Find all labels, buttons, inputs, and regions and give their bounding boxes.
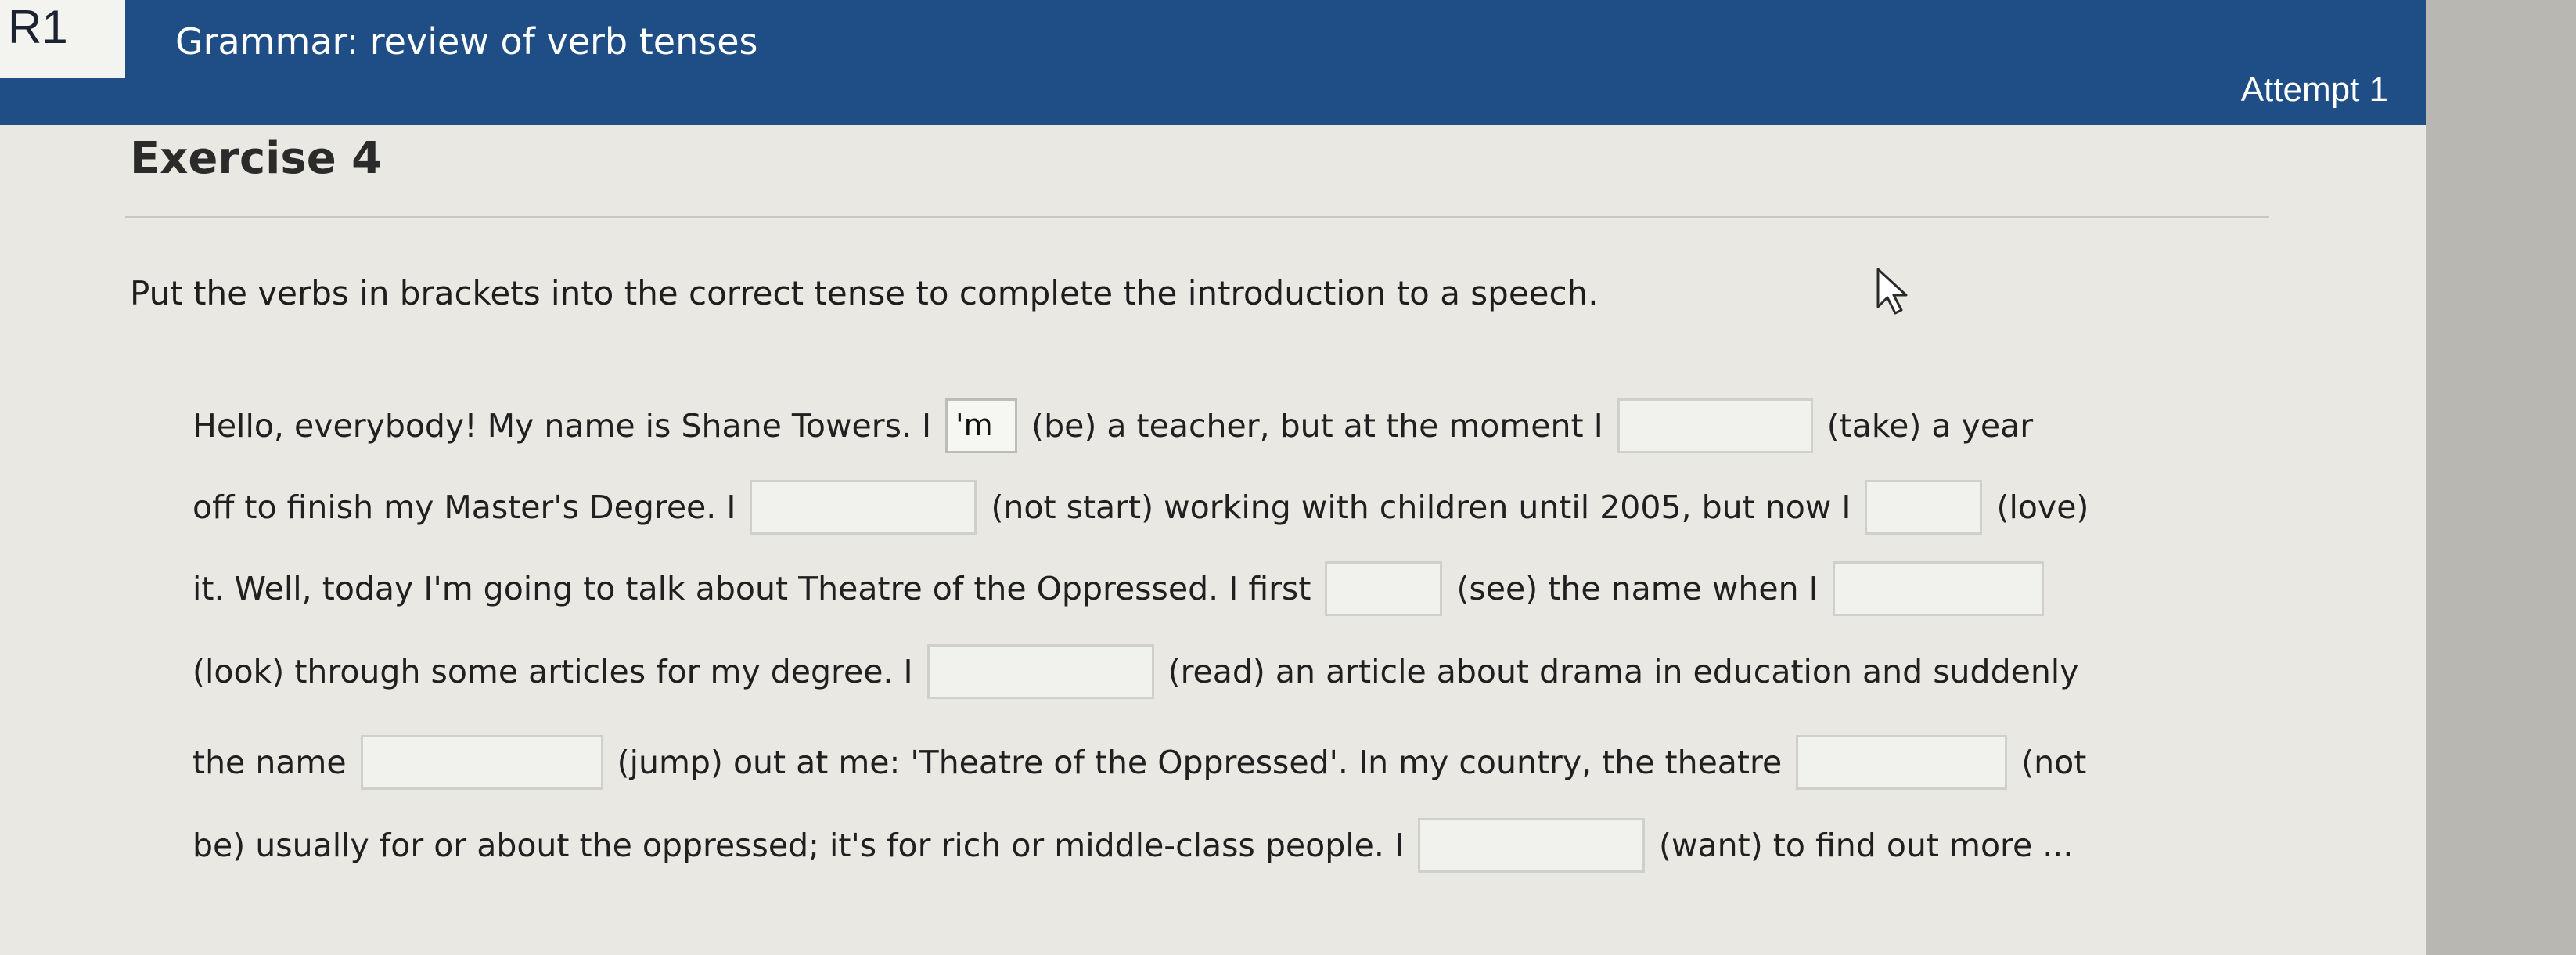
passage-text: Hello, everybody! My name is Shane Tower… — [192, 407, 932, 445]
unit-badge: R1 — [0, 0, 125, 78]
answer-gap-1[interactable]: 'm — [945, 398, 1018, 453]
passage-text: (not — [2021, 744, 2087, 781]
answer-gap-8[interactable] — [360, 735, 603, 790]
passage-line-5: the name (jump) out at me: 'Theatre of t… — [192, 731, 2086, 794]
passage-line-3: it. Well, today I'm going to talk about … — [192, 557, 2058, 620]
answer-gap-2[interactable] — [1617, 398, 1813, 453]
passage-text: (look) through some articles for my degr… — [192, 653, 913, 690]
attempt-label: Attempt 1 — [2240, 70, 2388, 109]
answer-gap-3[interactable] — [750, 480, 977, 535]
passage-text: it. Well, today I'm going to talk about … — [192, 570, 1311, 607]
passage-text: (want) to find out more ... — [1659, 827, 2074, 864]
passage-text: (jump) out at me: 'Theatre of the Oppres… — [617, 744, 1783, 781]
divider — [125, 216, 2269, 218]
passage-text: the name — [192, 744, 347, 781]
answer-gap-9[interactable] — [1796, 735, 2008, 790]
answer-gap-5[interactable] — [1325, 561, 1443, 616]
instructions-text: Put the verbs in brackets into the corre… — [130, 274, 1599, 312]
passage-text: be) usually for or about the oppressed; … — [192, 827, 1405, 864]
passage-line-4: (look) through some articles for my degr… — [192, 640, 2078, 703]
exercise-title: Exercise 4 — [130, 133, 383, 184]
passage-text: (not start) working with children until … — [991, 488, 1851, 526]
passage-text: (read) an article about drama in educati… — [1167, 653, 2079, 690]
passage-line-2: off to finish my Master's Degree. I (not… — [192, 476, 2089, 539]
arrow-cursor-icon — [1876, 268, 1908, 315]
answer-gap-7[interactable] — [926, 644, 1154, 699]
passage-line-1: Hello, everybody! My name is Shane Tower… — [192, 395, 2033, 457]
passage-text: (take) a year — [1826, 407, 2034, 445]
passage-text: off to finish my Master's Degree. I — [192, 488, 736, 526]
window-edge — [2426, 0, 2576, 955]
answer-gap-4[interactable] — [1865, 480, 1983, 535]
passage-text: (see) the name when I — [1456, 570, 1819, 607]
header-bar — [0, 0, 2426, 125]
passage-text: (be) a teacher, but at the moment I — [1031, 407, 1603, 445]
passage-text: (love) — [1996, 488, 2089, 526]
answer-gap-6[interactable] — [1832, 561, 2044, 616]
answer-gap-10[interactable] — [1418, 818, 1646, 873]
passage-line-6: be) usually for or about the oppressed; … — [192, 814, 2073, 877]
unit-title: Grammar: review of verb tenses — [175, 20, 758, 63]
